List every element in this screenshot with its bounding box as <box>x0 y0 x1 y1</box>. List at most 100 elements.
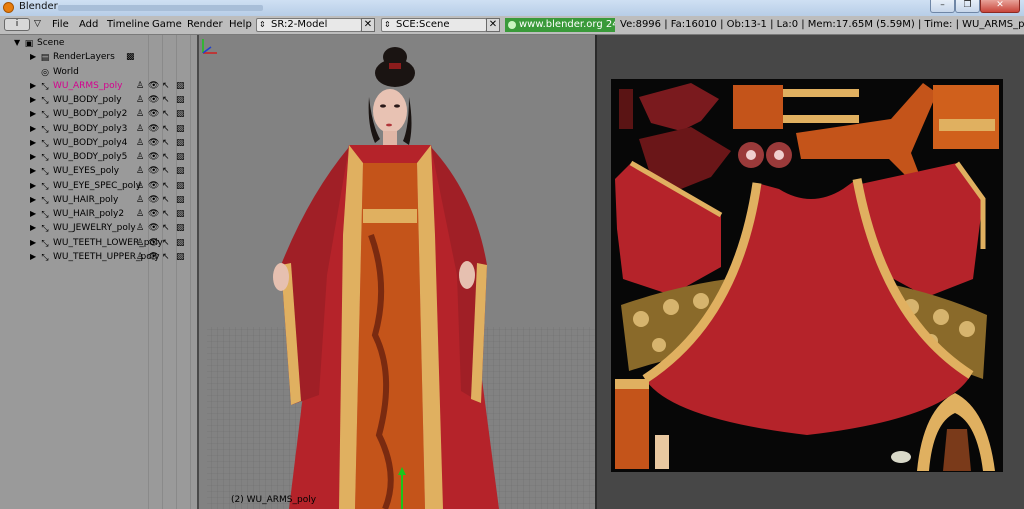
render-icon[interactable]: ▧ <box>176 181 185 191</box>
expand-right-icon[interactable]: ▶ <box>30 109 36 118</box>
scene-selector[interactable]: ⇕ SCE:Scene <box>381 18 487 32</box>
eye-icon[interactable]: 👁 <box>148 152 159 162</box>
eye-icon[interactable]: 👁 <box>148 124 159 134</box>
expand-right-icon[interactable]: ▶ <box>30 195 36 204</box>
render-icon[interactable]: ▧ <box>176 81 185 91</box>
visibility-icon[interactable]: ♙ <box>136 195 144 205</box>
select-arrow-icon[interactable]: ↖ <box>162 166 170 176</box>
maximize-icon[interactable]: ❐ <box>955 0 980 13</box>
select-arrow-icon[interactable]: ↖ <box>162 195 170 205</box>
expand-right-icon[interactable]: ▶ <box>30 152 36 161</box>
eye-icon[interactable]: 👁 <box>148 223 159 233</box>
eye-icon[interactable]: 👁 <box>148 238 159 248</box>
expand-right-icon[interactable]: ▶ <box>30 95 36 104</box>
eye-icon[interactable]: 👁 <box>148 95 159 105</box>
outliner-row[interactable]: ▶ ⤡ WU_BODY_poly2 ♙ 👁 ↖ ▧ <box>0 108 197 122</box>
render-icon[interactable]: ▧ <box>176 223 185 233</box>
outliner-row[interactable]: ▶ ⤡ WU_ARMS_poly ♙ 👁 ↖ ▧ <box>0 80 197 94</box>
visibility-icon[interactable]: ♙ <box>136 181 144 191</box>
visibility-icon[interactable]: ♙ <box>136 81 144 91</box>
select-arrow-icon[interactable]: ↖ <box>162 81 170 91</box>
expand-right-icon[interactable]: ▶ <box>30 238 36 247</box>
outliner-row[interactable]: ▶ ⤡ WU_TEETH_UPPER_poly ♙ 👁 ↖ ▧ <box>0 251 197 265</box>
eye-icon[interactable]: 👁 <box>148 195 159 205</box>
outliner-row[interactable]: ▶ ⤡ WU_HAIR_poly ♙ 👁 ↖ ▧ <box>0 194 197 208</box>
screen-selector[interactable]: ⇕ SR:2-Model <box>256 18 362 32</box>
minimize-icon[interactable]: – <box>930 0 955 13</box>
eye-icon[interactable]: 👁 <box>148 209 159 219</box>
eye-icon[interactable]: 👁 <box>148 181 159 191</box>
outliner-row[interactable]: ▶ ⤡ WU_EYES_poly ♙ 👁 ↖ ▧ <box>0 165 197 179</box>
expand-right-icon[interactable]: ▶ <box>30 252 36 261</box>
close-icon[interactable]: ✕ <box>980 0 1020 13</box>
menu-render[interactable]: Render <box>187 19 223 30</box>
render-icon[interactable]: ▧ <box>176 124 185 134</box>
render-icon[interactable]: ▧ <box>176 252 185 262</box>
menu-help[interactable]: Help <box>229 19 252 30</box>
eye-icon[interactable]: 👁 <box>148 138 159 148</box>
eye-icon[interactable]: 👁 <box>148 166 159 176</box>
outliner-row[interactable]: ▶ ⤡ WU_BODY_poly ♙ 👁 ↖ ▧ <box>0 94 197 108</box>
visibility-icon[interactable]: ♙ <box>136 95 144 105</box>
expand-right-icon[interactable]: ▶ <box>30 181 36 190</box>
expand-right-icon[interactable]: ▶ <box>30 124 36 133</box>
select-arrow-icon[interactable]: ↖ <box>162 138 170 148</box>
select-arrow-icon[interactable]: ↖ <box>162 124 170 134</box>
outliner-row[interactable]: ▼ ▣ Scene <box>0 37 197 51</box>
visibility-icon[interactable]: ♙ <box>136 209 144 219</box>
select-arrow-icon[interactable]: ↖ <box>162 152 170 162</box>
render-icon[interactable]: ▧ <box>176 138 185 148</box>
render-icon[interactable]: ▧ <box>176 195 185 205</box>
collapse-menu-icon[interactable]: ▽ <box>34 19 41 29</box>
visibility-icon[interactable]: ♙ <box>136 138 144 148</box>
renderlayer-settings-icon[interactable]: ▩ <box>126 52 135 62</box>
visibility-icon[interactable]: ♙ <box>136 166 144 176</box>
expand-down-icon[interactable]: ▼ <box>14 38 20 47</box>
visibility-icon[interactable]: ♙ <box>136 238 144 248</box>
outliner-row[interactable]: ▶ ⤡ WU_TEETH_LOWER_poly ♙ 👁 ↖ ▧ <box>0 237 197 251</box>
menu-add[interactable]: Add <box>79 19 98 30</box>
expand-right-icon[interactable]: ▶ <box>30 223 36 232</box>
select-arrow-icon[interactable]: ↖ <box>162 223 170 233</box>
delete-scene-button[interactable]: ✕ <box>486 18 500 32</box>
render-icon[interactable]: ▧ <box>176 238 185 248</box>
blender-link[interactable]: www.blender.org 249.2 <box>505 18 615 32</box>
outliner-row[interactable]: ▶ ▤ RenderLayers ▩ <box>0 51 197 65</box>
outliner-row[interactable]: ▶ ⤡ WU_BODY_poly3 ♙ 👁 ↖ ▧ <box>0 123 197 137</box>
outliner-row[interactable]: ▶ ⤡ WU_JEWELRY_poly ♙ 👁 ↖ ▧ <box>0 222 197 236</box>
outliner-row[interactable]: ▶ ⤡ WU_BODY_poly5 ♙ 👁 ↖ ▧ <box>0 151 197 165</box>
render-icon[interactable]: ▧ <box>176 209 185 219</box>
expand-right-icon[interactable]: ▶ <box>30 209 36 218</box>
outliner-panel[interactable]: ▼▣Scene▶▤RenderLayers▩▶◎World▶⤡WU_ARMS_p… <box>0 35 199 509</box>
expand-right-icon[interactable]: ▶ <box>30 138 36 147</box>
outliner-row[interactable]: ▶◎World <box>0 66 197 80</box>
render-icon[interactable]: ▧ <box>176 95 185 105</box>
select-arrow-icon[interactable]: ↖ <box>162 95 170 105</box>
select-arrow-icon[interactable]: ↖ <box>162 109 170 119</box>
select-arrow-icon[interactable]: ↖ <box>162 252 170 262</box>
editor-type-button[interactable]: i <box>4 18 30 31</box>
visibility-icon[interactable]: ♙ <box>136 109 144 119</box>
eye-icon[interactable]: 👁 <box>148 109 159 119</box>
select-arrow-icon[interactable]: ↖ <box>162 209 170 219</box>
expand-right-icon[interactable]: ▶ <box>30 52 36 61</box>
select-arrow-icon[interactable]: ↖ <box>162 238 170 248</box>
expand-right-icon[interactable]: ▶ <box>30 81 36 90</box>
visibility-icon[interactable]: ♙ <box>136 152 144 162</box>
uv-image-editor[interactable] <box>597 35 1024 509</box>
render-icon[interactable]: ▧ <box>176 166 185 176</box>
visibility-icon[interactable]: ♙ <box>136 223 144 233</box>
eye-icon[interactable]: 👁 <box>148 81 159 91</box>
menu-game[interactable]: Game <box>152 19 182 30</box>
menu-timeline[interactable]: Timeline <box>107 19 150 30</box>
visibility-icon[interactable]: ♙ <box>136 252 144 262</box>
menu-file[interactable]: File <box>52 19 69 30</box>
render-icon[interactable]: ▧ <box>176 109 185 119</box>
outliner-row[interactable]: ▶ ⤡ WU_HAIR_poly2 ♙ 👁 ↖ ▧ <box>0 208 197 222</box>
visibility-icon[interactable]: ♙ <box>136 124 144 134</box>
outliner-row[interactable]: ▶ ⤡ WU_BODY_poly4 ♙ 👁 ↖ ▧ <box>0 137 197 151</box>
delete-screen-button[interactable]: ✕ <box>361 18 375 32</box>
3d-viewport[interactable]: (2) WU_ARMS_poly <box>199 35 595 509</box>
eye-icon[interactable]: 👁 <box>148 252 159 262</box>
expand-right-icon[interactable]: ▶ <box>30 166 36 175</box>
